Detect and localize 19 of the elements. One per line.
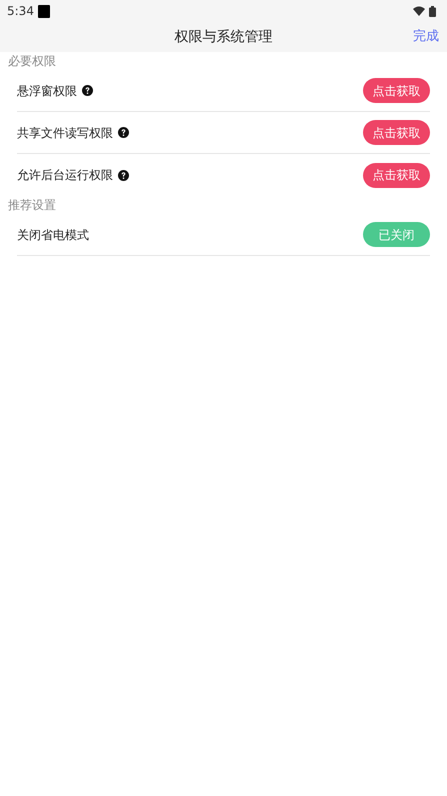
help-icon[interactable] <box>118 127 129 138</box>
page-title: 权限与系统管理 <box>174 28 272 46</box>
help-icon[interactable] <box>82 85 93 96</box>
wifi-icon <box>413 6 425 16</box>
grant-button[interactable]: 点击获取 <box>363 120 430 145</box>
done-button[interactable]: 完成 <box>413 27 439 47</box>
permission-label: 悬浮窗权限 <box>17 82 77 100</box>
section-header: 必要权限 <box>7 53 57 70</box>
section-header: 推荐设置 <box>7 197 57 214</box>
permission-label: 共享文件读写权限 <box>17 124 113 142</box>
permission-label: 允许后台运行权限 <box>17 167 113 184</box>
notification-icon <box>38 4 50 18</box>
permission-label: 关闭省电模式 <box>17 226 89 244</box>
status-time: 5:34 <box>7 3 34 20</box>
battery-icon <box>429 6 436 16</box>
grant-button[interactable]: 点击获取 <box>363 162 430 188</box>
status-button[interactable]: 已关闭 <box>363 222 430 247</box>
grant-button[interactable]: 点击获取 <box>363 78 430 103</box>
help-icon[interactable] <box>118 170 129 180</box>
